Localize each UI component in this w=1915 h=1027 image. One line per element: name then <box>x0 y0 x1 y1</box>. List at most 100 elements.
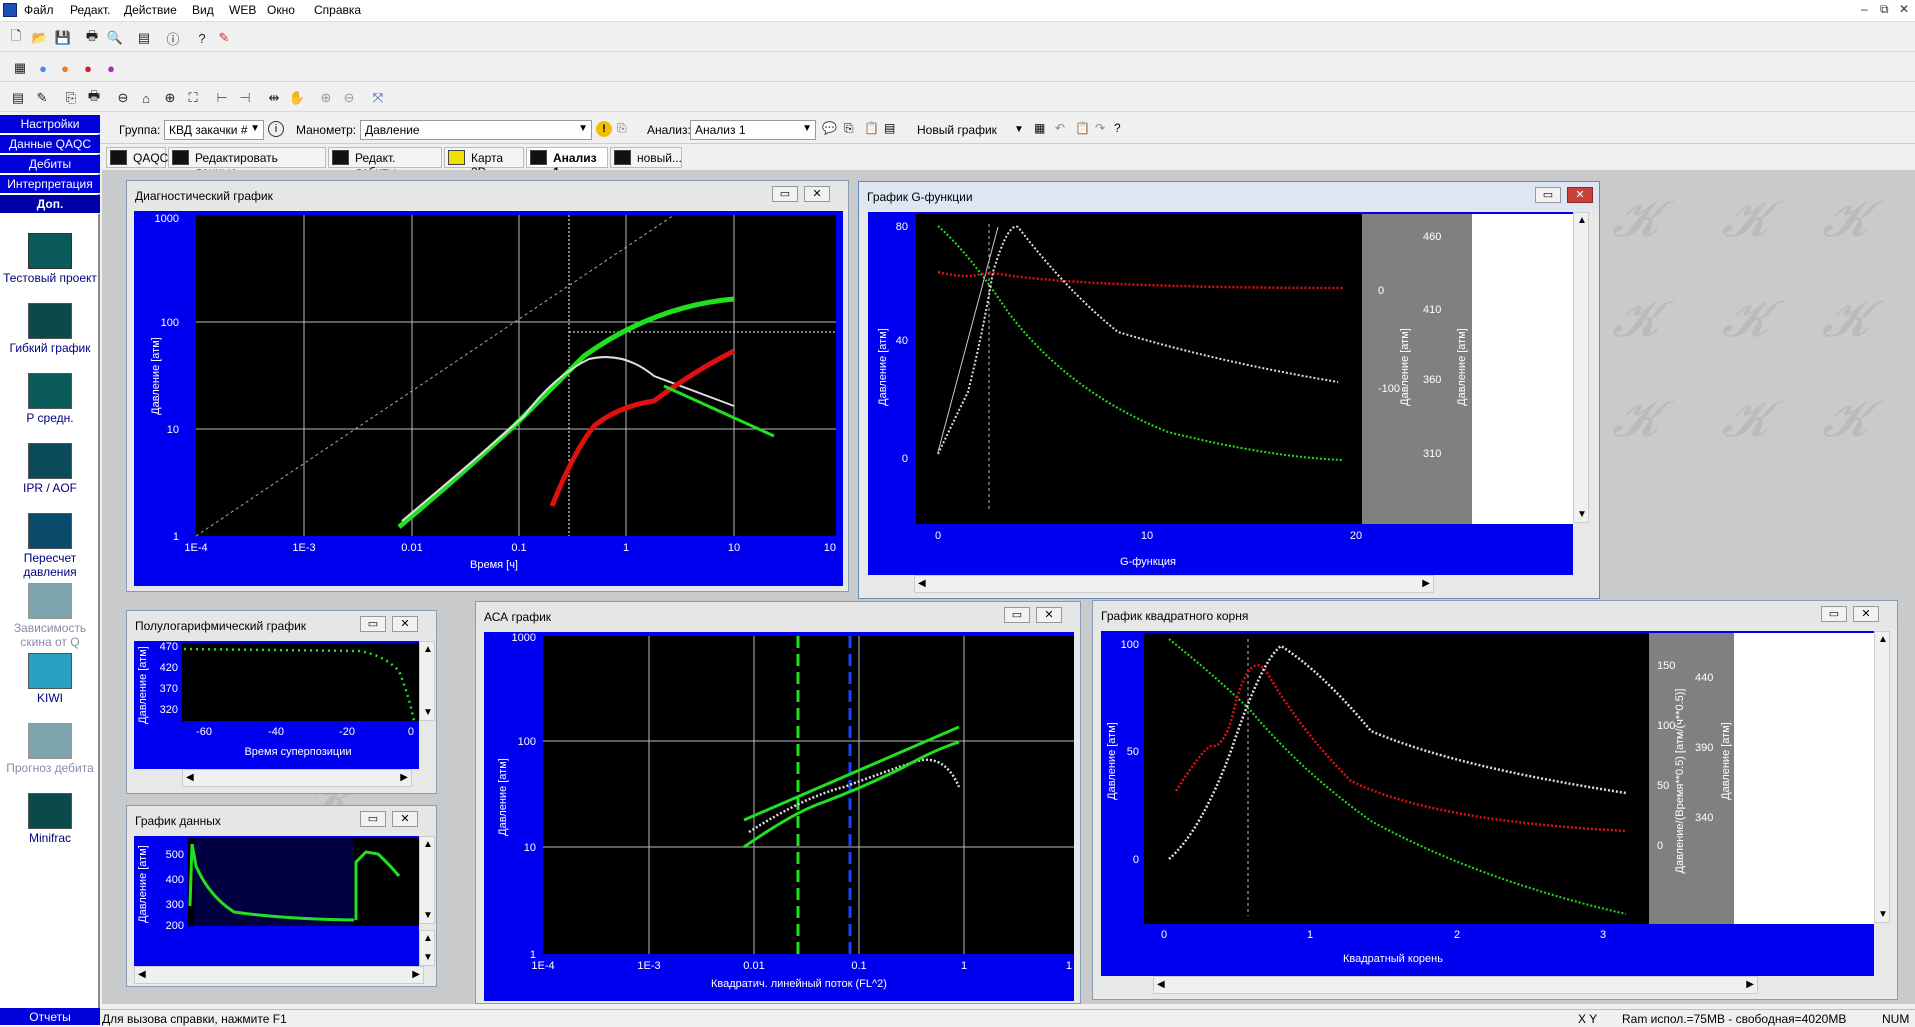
grid-icon[interactable]: ▦ <box>10 58 30 78</box>
scroll-down-icon[interactable]: ▼ <box>423 707 433 718</box>
tab-edit-rates[interactable]: Редакт. дебиты <box>328 147 442 179</box>
select-icon[interactable]: ⇹ <box>264 88 284 108</box>
semilog-chart[interactable]: 470 420 370 320 -60 -40 -20 0 Время супе… <box>134 641 419 769</box>
sidebar-button-qaqc[interactable]: Данные QAQC <box>0 135 100 154</box>
aca-plot-area[interactable]: 1000 100 10 1 1E-4 1E-3 0.01 0.1 1 1 Ква… <box>484 632 1074 1001</box>
analysis-select[interactable]: Анализ 1 ▼ <box>690 120 816 140</box>
open-folder-icon[interactable]: 📂 <box>30 28 50 48</box>
sidebar-button-reports[interactable]: Отчеты <box>0 1008 100 1026</box>
sidebar-item-ipr-aof[interactable]: IPR / AOF <box>0 443 100 495</box>
comment-icon[interactable]: 💬 <box>822 121 837 135</box>
zoom-in-icon[interactable]: ⊕ <box>160 88 180 108</box>
help-arrow-icon[interactable]: ? <box>1114 121 1121 135</box>
diagnostic-plot-window[interactable]: Диагностический график ▭ ✕ 1000 100 10 1… <box>126 180 849 592</box>
help-icon[interactable]: ? <box>192 28 212 48</box>
fit-icon[interactable]: ⤧ <box>368 88 388 108</box>
new-plot-button[interactable]: Новый график <box>917 123 997 137</box>
g-function-chart[interactable]: 80 40 0 0 -100 460 410 360 310 0 10 20 G… <box>868 212 1573 575</box>
scroll-up-icon[interactable]: ▲ <box>423 839 433 850</box>
close-button[interactable]: ✕ <box>1899 2 1909 16</box>
sidebar-item-kiwi[interactable]: KIWI <box>0 653 100 705</box>
scroll-right-icon[interactable]: ▶ <box>1422 578 1430 589</box>
scroll-right-icon[interactable]: ▶ <box>1746 979 1754 990</box>
close-icon[interactable]: ✕ <box>1853 606 1879 622</box>
paste-plot-icon[interactable]: 📋 <box>1075 121 1090 135</box>
analysis-copy-icon[interactable]: ⎘ <box>844 121 854 136</box>
report-icon[interactable]: ▤ <box>134 28 154 48</box>
restore-button[interactable]: ⧉ <box>1880 2 1889 17</box>
menu-help[interactable]: Справка <box>314 3 361 17</box>
sqrt-plot-window[interactable]: График квадратного корня ▭ ✕ 100 50 0 15… <box>1092 600 1898 1000</box>
sidebar-button-settings[interactable]: Настройки <box>0 115 100 134</box>
maximize-icon[interactable]: ▭ <box>1535 187 1561 203</box>
scroll-down-icon[interactable]: ▼ <box>423 910 433 921</box>
gauge-select[interactable]: Давление ▼ <box>360 120 592 140</box>
sidebar-button-extras[interactable]: Доп. возможности <box>0 195 100 230</box>
print-preview-icon[interactable]: 🔍 <box>105 28 125 48</box>
sidebar-item-pressure-recalc[interactable]: Пересчет давления <box>0 513 100 579</box>
copy-icon[interactable]: ⎘ <box>61 88 81 108</box>
diagnostic-plot-area[interactable]: 1000 100 10 1 1E-4 1E-3 0.01 0.1 1 10 10… <box>134 211 843 586</box>
scroll-left-icon[interactable]: ◀ <box>138 969 146 980</box>
sqrt-plot-area[interactable]: 100 50 0 150 100 50 0 440 390 340 0 1 2 … <box>1101 631 1874 976</box>
zoom-out-icon[interactable]: ⊖ <box>113 88 133 108</box>
diagnostic-chart[interactable]: 1000 100 10 1 1E-4 1E-3 0.01 0.1 1 10 10… <box>134 211 843 586</box>
legend-icon[interactable]: ▤ <box>8 88 28 108</box>
horizontal-scrollbar[interactable]: ◀ ▶ <box>182 769 412 787</box>
horizontal-scrollbar[interactable]: ◀ ▶ <box>1153 976 1758 994</box>
sqrt-chart[interactable]: 100 50 0 150 100 50 0 440 390 340 0 1 2 … <box>1101 631 1874 976</box>
menu-action[interactable]: Действие <box>124 3 177 17</box>
data-chart[interactable]: 500 400 300 200 Давление [атм] <box>134 836 419 974</box>
close-icon[interactable]: ✕ <box>392 616 418 632</box>
scroll-right-icon[interactable]: ▶ <box>412 969 420 980</box>
sidebar-button-rates[interactable]: Дебиты <box>0 155 100 174</box>
g-function-plot-window[interactable]: График G-функции ▭ ✕ 80 40 0 0 -100 460 … <box>858 181 1600 599</box>
sidebar-item-p-average[interactable]: P средн. <box>0 373 100 425</box>
data-plot-window[interactable]: График данных ▭ ✕ 500 400 300 200 Давлен… <box>126 805 437 987</box>
zoom-box-icon[interactable]: ⛶ <box>183 88 203 108</box>
vertical-scrollbar[interactable]: ▲ ▼ <box>419 836 435 924</box>
menu-web[interactable]: WEB <box>229 3 256 17</box>
sidebar-item-flex-plot[interactable]: Гибкий график <box>0 303 100 355</box>
layout-icon[interactable]: ▦ <box>1034 121 1045 135</box>
scroll-up-icon[interactable]: ▲ <box>1577 215 1587 226</box>
tab-analysis-1[interactable]: Анализ 1 <box>526 147 608 179</box>
close-icon[interactable]: ✕ <box>1567 187 1593 203</box>
app-icon[interactable] <box>3 3 17 17</box>
tab-qaqc[interactable]: QAQC <box>106 147 168 168</box>
horizontal-scrollbar[interactable]: ◀ ▶ <box>914 575 1434 593</box>
group-select[interactable]: КВД закачки # ▼ <box>164 120 264 140</box>
scroll-up-icon[interactable]: ▲ <box>423 933 433 944</box>
home-zoom-icon[interactable]: ⌂ <box>136 88 156 108</box>
close-icon[interactable]: ✕ <box>1036 607 1062 623</box>
scroll-up-icon[interactable]: ▲ <box>1878 634 1888 645</box>
orange-drop-icon[interactable]: ● <box>55 58 75 78</box>
minimize-button[interactable]: – <box>1861 2 1868 16</box>
close-icon[interactable]: ✕ <box>804 186 830 202</box>
vertical-scrollbar[interactable]: ▲ ▼ <box>1874 631 1890 923</box>
menu-file[interactable]: Файл <box>24 3 54 17</box>
g-function-plot-area[interactable]: 80 40 0 0 -100 460 410 360 310 0 10 20 G… <box>868 212 1573 575</box>
maximize-icon[interactable]: ▭ <box>772 186 798 202</box>
save-icon[interactable]: 💾 <box>53 28 73 48</box>
semilog-plot-area[interactable]: 470 420 370 320 -60 -40 -20 0 Время супе… <box>134 641 419 769</box>
vertical-scrollbar[interactable]: ▲ ▼ <box>1573 212 1589 523</box>
sidebar-button-interpretation[interactable]: Интерпретация <box>0 175 100 194</box>
undo-icon[interactable]: ↶ <box>1055 121 1065 135</box>
analysis-paste-icon[interactable]: 📋 <box>864 121 879 135</box>
scroll-up-icon[interactable]: ▲ <box>423 644 433 655</box>
maximize-icon[interactable]: ▭ <box>360 811 386 827</box>
scroll-left-icon[interactable]: ◀ <box>918 578 926 589</box>
analysis-list-icon[interactable]: ▤ <box>884 121 895 135</box>
axis-icon[interactable]: ⊢ <box>212 88 232 108</box>
menu-view[interactable]: Вид <box>192 3 214 17</box>
tab-edit-data[interactable]: Редактировать данные <box>168 147 326 179</box>
menu-edit[interactable]: Редакт. <box>70 3 110 17</box>
axis-scale-icon[interactable]: ⊣ <box>235 88 255 108</box>
tab-new[interactable]: новый... <box>610 147 682 168</box>
sidebar-item-minifrac[interactable]: Minifrac <box>0 793 100 845</box>
redo-icon[interactable]: ↷ <box>1095 121 1105 135</box>
group-info-icon[interactable]: i <box>268 121 284 137</box>
red-drop-icon[interactable]: ● <box>78 58 98 78</box>
new-file-icon[interactable]: 🗋 <box>6 28 26 48</box>
